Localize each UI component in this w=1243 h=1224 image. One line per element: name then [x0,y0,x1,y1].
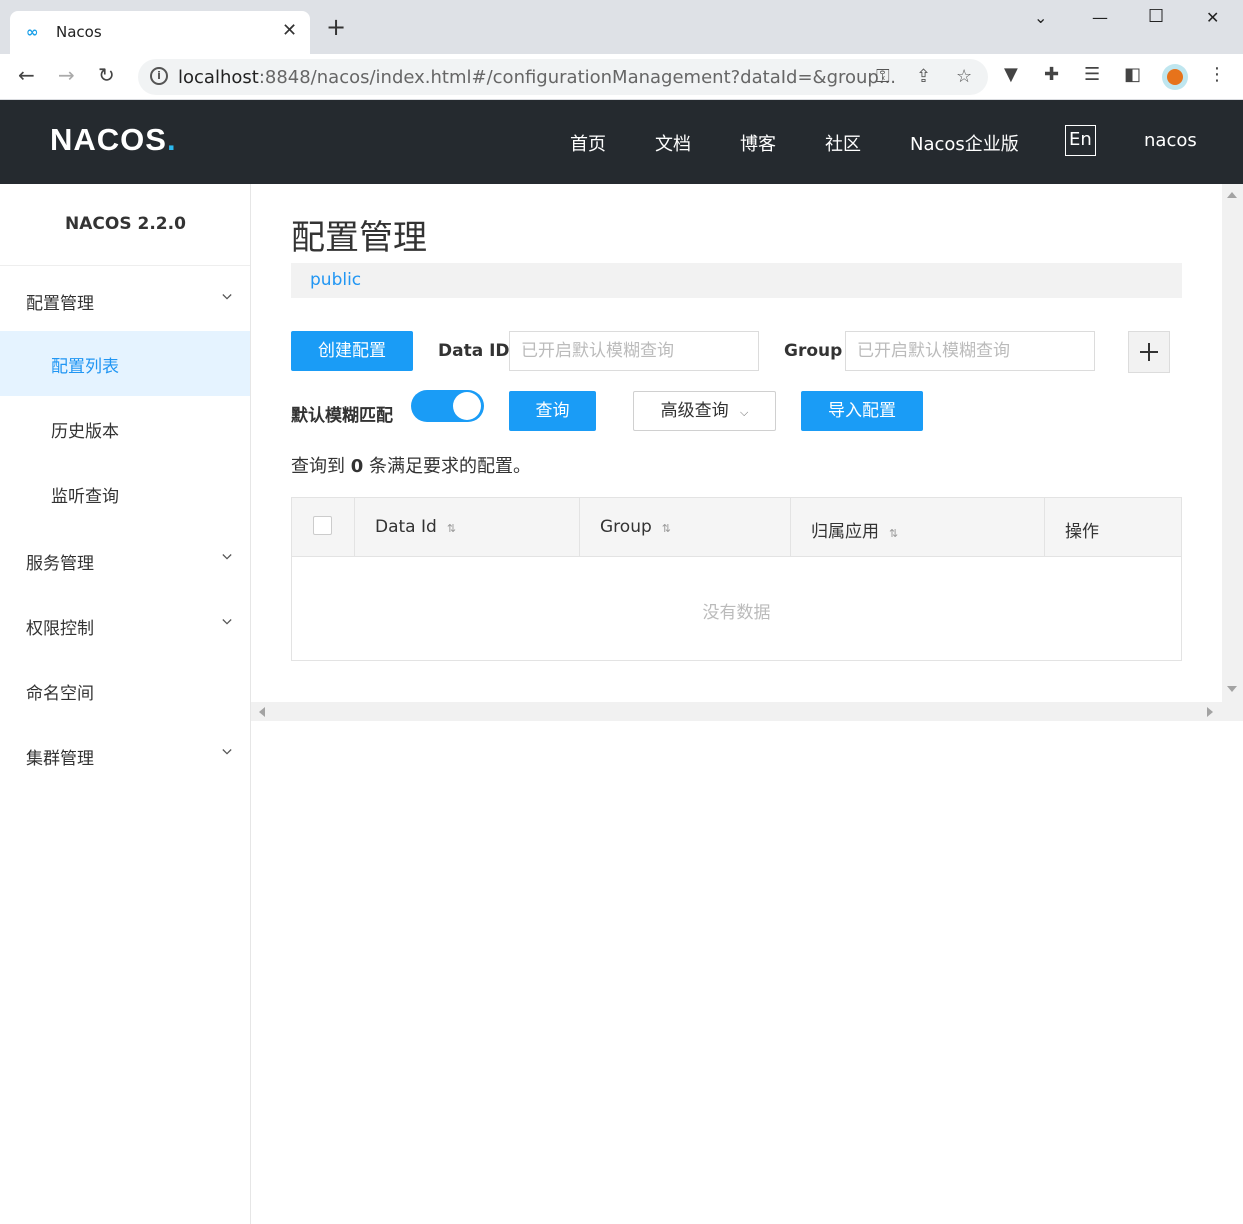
share-icon[interactable]: ⇪ [916,66,931,87]
fuzzy-match-switch[interactable] [411,390,484,422]
scroll-down-icon[interactable] [1227,686,1237,692]
vue-extension-icon[interactable]: ▼ [1004,64,1018,85]
sidebar-item-namespace[interactable]: 命名空间 [0,658,250,723]
sidebar-item-label: 配置列表 [51,357,119,377]
sidebar-item-label: 权限控制 [26,619,94,639]
minimize-icon[interactable]: — [1092,8,1108,27]
close-icon[interactable]: ✕ [1206,8,1219,27]
nacos-infinity-icon: ∞ [26,23,39,41]
profile-avatar[interactable] [1162,64,1188,90]
sidebar-item-label: 命名空间 [26,684,94,704]
sidebar-item-listener-query[interactable]: 监听查询 [0,461,250,526]
chevron-down-icon [222,619,232,625]
config-table: Data Id ⇅ Group ⇅ 归属应用 ⇅ 操作 没有数据 [291,497,1182,661]
browser-tab[interactable]: ∞ Nacos ✕ [10,11,310,54]
nav-enterprise[interactable]: Nacos企业版 [910,130,1019,156]
page-title: 配置管理 [291,218,427,258]
sidebar-item-access-control[interactable]: 权限控制 [0,593,250,658]
main-content: 配置管理 public 创建配置 Data ID 已开启默认模糊查询 Group… [251,184,1243,702]
chevron-down-icon [222,554,232,560]
switch-knob [453,392,481,420]
app-header: NACOS. 首页 文档 博客 社区 Nacos企业版 En nacos [0,100,1243,184]
advanced-query-dropdown[interactable]: 高级查询 ⌵ [633,391,776,431]
sidebar-item-label: 监听查询 [51,487,119,507]
more-menu-icon[interactable]: ⋮ [1208,64,1226,85]
sidebar-item-label: 集群管理 [26,749,94,769]
data-id-label: Data ID [438,341,510,361]
scroll-right-icon[interactable] [1207,707,1213,717]
select-all-cell [292,498,355,557]
add-filter-button[interactable] [1128,331,1170,373]
namespace-public-link[interactable]: public [310,270,361,290]
namespace-bar: public [291,263,1182,298]
fuzzy-match-label: 默认模糊匹配 [291,406,393,426]
sidebar-item-cluster-management[interactable]: 集群管理 [0,723,250,788]
info-icon[interactable]: i [150,67,168,85]
query-button[interactable]: 查询 [509,391,596,431]
url-text: localhost:8848/nacos/index.html#/configu… [178,67,897,88]
browser-toolbar: ← → ↻ i localhost:8848/nacos/index.html#… [0,54,1243,100]
forward-icon[interactable]: → [58,64,75,86]
sidebar-item-config-list[interactable]: 配置列表 [0,331,250,396]
star-icon[interactable]: ☆ [956,66,972,87]
puzzle-extensions-icon[interactable]: ✚ [1044,64,1059,85]
sidebar: NACOS 2.2.0 配置管理 配置列表 历史版本 监听查询 服务管理 权限控… [0,184,251,1224]
create-config-button[interactable]: 创建配置 [291,331,413,371]
nav-home[interactable]: 首页 [570,130,606,156]
chevron-down-icon [222,749,232,755]
sidebar-item-history[interactable]: 历史版本 [0,396,250,461]
nacos-logo[interactable]: NACOS. [50,122,177,158]
sidebar-divider [0,265,250,266]
column-group[interactable]: Group ⇅ [580,498,791,557]
sidebar-item-label: 配置管理 [26,294,94,314]
sidebar-item-service-management[interactable]: 服务管理 [0,528,250,593]
scroll-up-icon[interactable] [1227,192,1237,198]
column-data-id[interactable]: Data Id ⇅ [355,498,580,557]
result-summary: 查询到 0 条满足要求的配置。 [291,456,531,477]
table-header: Data Id ⇅ Group ⇅ 归属应用 ⇅ 操作 [292,498,1181,557]
column-actions: 操作 [1065,522,1099,542]
sort-icon: ⇅ [889,527,899,540]
address-bar[interactable]: i localhost:8848/nacos/index.html#/confi… [138,59,988,95]
select-all-checkbox[interactable] [313,516,332,535]
group-label: Group [784,341,843,361]
chevron-down-icon: ⌵ [740,406,749,419]
nav-docs[interactable]: 文档 [655,130,691,156]
chevron-down-icon[interactable]: ⌄ [1034,8,1047,27]
column-app[interactable]: 归属应用 ⇅ [791,498,1045,557]
media-queue-icon[interactable]: ☰ [1084,64,1100,85]
reload-icon[interactable]: ↻ [98,64,115,86]
language-toggle[interactable]: En [1065,125,1096,156]
browser-tab-strip: ∞ Nacos ✕ + ⌄ — ☐ ✕ [0,0,1243,54]
back-icon[interactable]: ← [18,64,35,86]
sort-icon: ⇅ [661,522,671,535]
data-id-input[interactable]: 已开启默认模糊查询 [509,331,759,371]
vertical-scrollbar[interactable] [1222,184,1243,702]
nav-community[interactable]: 社区 [825,130,861,156]
sidebar-item-config-management[interactable]: 配置管理 [0,268,250,333]
new-tab-button[interactable]: + [326,15,346,39]
advanced-query-label: 高级查询 [660,401,729,421]
scroll-left-icon[interactable] [259,707,265,717]
sidebar-item-label: 历史版本 [51,422,119,442]
horizontal-scrollbar[interactable] [251,702,1243,721]
tab-close-icon[interactable]: ✕ [282,20,297,41]
maximize-icon[interactable]: ☐ [1148,6,1164,27]
nav-blog[interactable]: 博客 [740,130,776,156]
empty-state: 没有数据 [702,603,771,623]
version-label: NACOS 2.2.0 [65,214,186,234]
key-icon[interactable]: ⚿ [876,66,890,87]
tab-title: Nacos [56,23,102,41]
import-config-button[interactable]: 导入配置 [801,391,923,431]
user-menu[interactable]: nacos [1144,130,1197,151]
group-input[interactable]: 已开启默认模糊查询 [845,331,1095,371]
sidebar-item-label: 服务管理 [26,554,94,574]
side-panel-icon[interactable]: ◧ [1124,64,1141,85]
sort-icon: ⇅ [446,522,457,535]
chevron-down-icon [222,294,232,300]
